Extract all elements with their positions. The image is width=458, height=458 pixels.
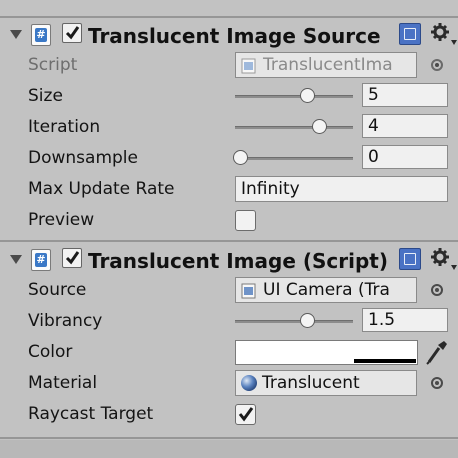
material-sphere-icon [241,375,257,391]
checkmark-icon [238,407,254,422]
field-label: Script [28,55,78,75]
field-row-max-update-rate: Max Update Rate Infinity [0,174,458,205]
divider-bottom [0,437,458,439]
size-slider-thumb[interactable] [300,88,315,103]
component-translucent-image-source: # Translucent Image Source Script Transl… [0,18,458,240]
field-row-script: Script TranslucentIma [0,50,458,81]
field-row-preview: Preview [0,205,458,236]
eyedropper-icon[interactable] [425,339,449,365]
help-book-icon[interactable] [399,248,421,270]
camera-icon [241,283,256,299]
size-slider-track[interactable] [235,95,353,98]
iteration-input[interactable]: 4 [362,114,448,138]
color-swatch[interactable] [235,340,418,365]
field-label: Size [28,86,63,106]
field-label: Preview [28,210,95,230]
iteration-slider-track[interactable] [235,126,353,129]
downsample-slider-track[interactable] [235,157,353,160]
component-title: Translucent Image (Script) [88,249,388,273]
field-row-source: Source UI Camera (Tra [0,275,458,306]
component-enabled-checkbox[interactable] [62,23,82,43]
component-divider [0,240,458,242]
field-row-iteration: Iteration 4 [0,112,458,143]
max-update-rate-input[interactable]: Infinity [235,176,448,202]
foldout-arrow-icon[interactable] [10,255,22,264]
preview-checkbox[interactable] [235,210,256,231]
material-object-value: Translucent [262,373,360,393]
field-row-color: Color [0,337,458,368]
iteration-slider-thumb[interactable] [312,119,327,134]
csharp-script-icon: # [31,249,51,271]
object-picker-icon[interactable] [431,59,443,71]
source-object-value: UI Camera (Tra [263,280,390,300]
material-object-field[interactable]: Translucent [235,370,417,396]
field-label: Source [28,280,87,300]
gear-icon[interactable] [430,247,458,273]
downsample-slider-thumb[interactable] [233,150,248,165]
csharp-script-icon [241,58,256,74]
component-translucent-image: # Translucent Image (Script) Source UI C… [0,243,458,437]
field-label: Material [28,373,98,393]
script-object-value: TranslucentIma [263,55,393,75]
csharp-script-icon: # [31,24,51,46]
size-input[interactable]: 5 [362,83,448,107]
object-picker-icon[interactable] [431,284,443,296]
field-row-downsample: Downsample 0 [0,143,458,174]
alpha-bar [354,359,416,363]
component-header[interactable]: # Translucent Image (Script) [0,243,458,277]
foldout-arrow-icon[interactable] [10,30,22,39]
field-label: Downsample [28,148,138,168]
component-enabled-checkbox[interactable] [62,248,82,268]
field-label: Raycast Target [28,404,154,424]
inspector-bottom-area [0,440,458,458]
raycast-target-checkbox[interactable] [235,404,256,425]
downsample-input[interactable]: 0 [362,145,448,169]
script-object-field[interactable]: TranslucentIma [235,52,417,78]
field-label: Max Update Rate [28,179,175,199]
gear-icon[interactable] [430,22,458,48]
component-title: Translucent Image Source [88,24,381,48]
field-label: Color [28,342,73,362]
field-row-vibrancy: Vibrancy 1.5 [0,306,458,337]
vibrancy-slider-track[interactable] [235,320,353,323]
field-row-material: Material Translucent [0,368,458,399]
vibrancy-input[interactable]: 1.5 [362,308,448,332]
field-row-raycast-target: Raycast Target [0,399,458,430]
object-picker-icon[interactable] [431,377,443,389]
component-header[interactable]: # Translucent Image Source [0,18,458,52]
field-label: Iteration [28,117,101,137]
help-book-icon[interactable] [399,23,421,45]
field-label: Vibrancy [28,311,103,331]
field-row-size: Size 5 [0,81,458,112]
source-object-field[interactable]: UI Camera (Tra [235,277,417,303]
vibrancy-slider-thumb[interactable] [300,313,315,328]
